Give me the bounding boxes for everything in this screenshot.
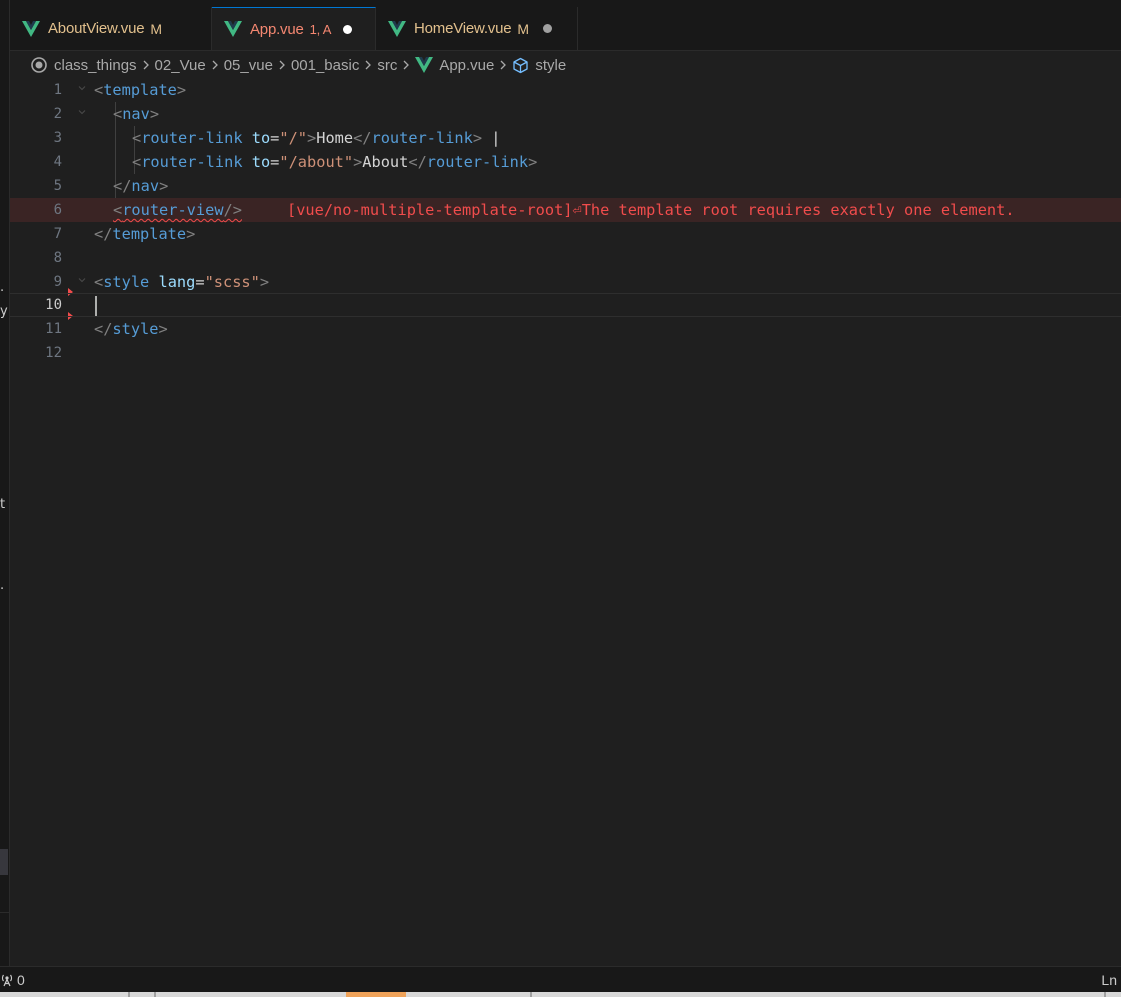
line-number: 4 xyxy=(53,154,62,170)
breadcrumb-segment[interactable]: 02_Vue xyxy=(155,57,206,74)
taskbar-divider xyxy=(530,992,532,997)
chevron-right-icon xyxy=(401,59,411,71)
cube-icon xyxy=(512,57,529,74)
vue-logo-icon xyxy=(415,57,434,73)
fold-chevron-icon[interactable] xyxy=(78,84,86,92)
code-text: <nav> xyxy=(113,105,160,123)
breadcrumb-segment[interactable]: src xyxy=(377,57,397,74)
ports-status[interactable]: 0 xyxy=(0,972,25,988)
left-panel-edge: . y t . xyxy=(0,0,10,997)
line-number: 3 xyxy=(53,130,62,146)
taskbar-divider xyxy=(128,992,130,997)
code-line[interactable]: 7 </template> xyxy=(10,222,1121,246)
chevron-right-icon xyxy=(363,59,373,71)
code-text: <style lang="scss"> xyxy=(94,273,270,291)
line-number: 9 xyxy=(53,274,62,290)
code-text: <router-link to="/">Home</router-link> | xyxy=(132,129,501,147)
chevron-right-icon xyxy=(498,59,508,71)
breadcrumb: class_things 02_Vue 05_vue 001_basic src… xyxy=(30,53,1121,77)
unsaved-dot-icon[interactable] xyxy=(343,24,353,34)
git-status-badge: M xyxy=(517,20,529,37)
code-line[interactable]: 11 </style> xyxy=(10,317,1121,341)
error-squiggle[interactable]: <router-view/> xyxy=(113,201,242,219)
panel-text-fragment: . xyxy=(0,578,5,593)
line-number: 6 xyxy=(53,202,62,218)
editor-tab-bar: AboutView.vue M App.vue 1, A HomeView.vu… xyxy=(10,0,1121,51)
code-text: </template> xyxy=(94,225,196,243)
unsaved-dot-icon[interactable] xyxy=(542,24,552,33)
code-line[interactable]: 9 <style lang="scss"> xyxy=(10,270,1121,294)
chevron-right-icon xyxy=(277,59,287,71)
line-number: 8 xyxy=(53,250,62,266)
code-line[interactable]: 4 <router-link to="/about">About</router… xyxy=(10,150,1121,174)
code-line[interactable]: 2 <nav> xyxy=(10,102,1121,126)
status-bar: 0 Ln xyxy=(0,966,1121,993)
code-line-current[interactable]: 10 xyxy=(10,293,1121,317)
broadcast-icon xyxy=(0,973,14,987)
code-line-error[interactable]: 6 <router-view/> [vue/no-multiple-templa… xyxy=(10,198,1121,222)
taskbar-divider xyxy=(154,992,156,997)
panel-divider xyxy=(0,912,9,913)
line-number: 12 xyxy=(45,345,62,361)
code-line[interactable]: 5 </nav> xyxy=(10,174,1121,198)
circle-icon xyxy=(30,56,48,74)
line-number: 7 xyxy=(53,226,62,242)
panel-text-fragment: y xyxy=(0,304,8,319)
chevron-right-icon xyxy=(210,59,220,71)
breadcrumb-segment[interactable]: App.vue xyxy=(439,57,494,74)
tab-about-view[interactable]: AboutView.vue M xyxy=(10,7,212,50)
ports-count: 0 xyxy=(17,972,25,988)
breadcrumb-segment[interactable]: class_things xyxy=(54,57,137,74)
line-number: 10 xyxy=(45,297,62,313)
code-text: <router-link to="/about">About</router-l… xyxy=(132,153,538,171)
panel-text-fragment: t xyxy=(0,497,6,512)
breadcrumb-segment[interactable]: style xyxy=(535,57,566,74)
chevron-right-icon xyxy=(141,59,151,71)
tab-home-view[interactable]: HomeView.vue M xyxy=(376,7,578,50)
code-line[interactable]: 1 <template> xyxy=(10,78,1121,102)
line-number: 1 xyxy=(53,82,62,98)
vue-file-icon xyxy=(224,21,242,37)
code-line[interactable]: 3 <router-link to="/">Home</router-link>… xyxy=(10,126,1121,150)
code-text: <router-view/> xyxy=(113,198,242,222)
cursor-position[interactable]: Ln xyxy=(1101,972,1117,988)
vue-file-icon xyxy=(388,20,406,37)
tab-label: HomeView.vue xyxy=(414,20,512,37)
code-text: <template> xyxy=(94,81,187,99)
code-text: </style> xyxy=(94,320,168,338)
code-editor[interactable]: 1 <template> 2 <nav> 3 <router-link to="… xyxy=(10,78,1121,963)
tab-label: App.vue xyxy=(250,20,304,38)
line-number: 5 xyxy=(53,178,62,194)
code-line[interactable]: 12 xyxy=(10,341,1121,365)
line-number: 11 xyxy=(45,321,62,337)
tab-label: AboutView.vue xyxy=(48,20,145,37)
taskbar-active-indicator xyxy=(346,992,406,997)
taskbar-divider xyxy=(1104,992,1106,997)
text-cursor xyxy=(95,296,97,316)
git-status-badge: M xyxy=(150,20,162,37)
code-text: </nav> xyxy=(113,177,169,195)
panel-text-fragment: . xyxy=(0,280,5,295)
tab-app-vue[interactable]: App.vue 1, A xyxy=(212,7,376,50)
taskbar-edge xyxy=(0,992,1121,997)
fold-chevron-icon[interactable] xyxy=(78,276,86,284)
breadcrumb-segment[interactable]: 001_basic xyxy=(291,57,359,74)
problems-status-badge: 1, A xyxy=(309,21,332,37)
inline-error-message: [vue/no-multiple-template-root]⏎The temp… xyxy=(287,201,1015,219)
code-line[interactable]: 8 xyxy=(10,246,1121,270)
panel-selected-item[interactable] xyxy=(0,849,8,875)
breadcrumb-segment[interactable]: 05_vue xyxy=(224,57,273,74)
line-number: 2 xyxy=(53,106,62,122)
vue-file-icon xyxy=(22,20,40,37)
fold-chevron-icon[interactable] xyxy=(78,108,86,116)
